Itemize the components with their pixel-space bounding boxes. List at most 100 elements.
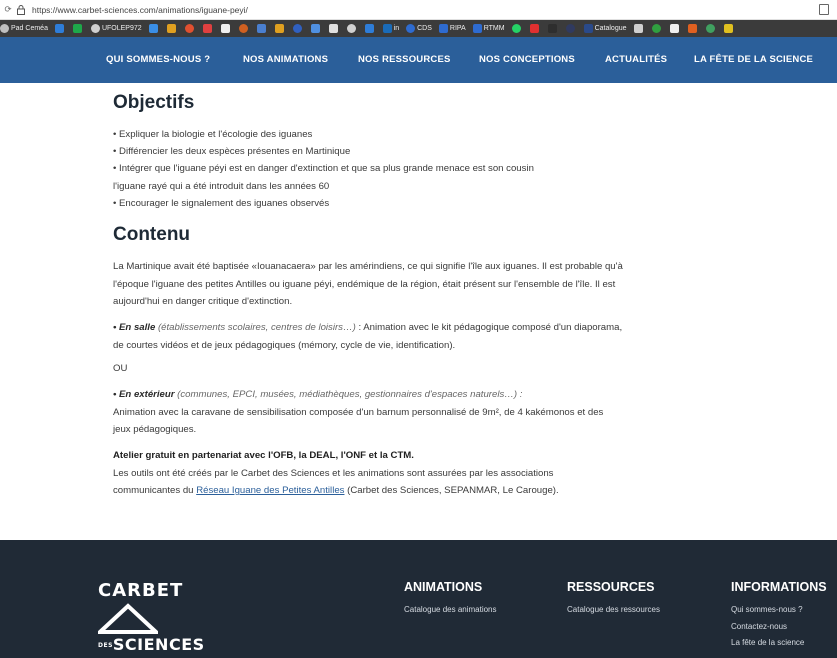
bookmark-favicon-icon [406,24,416,33]
list-item: Différencier les deux espèces présentes … [113,143,613,160]
footer-col-animations: ANIMATIONS Catalogue des animations [404,580,497,618]
bookmark-favicon-icon [220,24,230,33]
footer-link-qui-sommes-nous[interactable]: Qui sommes-nous ? [731,603,827,618]
bookmark-favicon-icon [328,24,338,33]
footer-link-catalogue-animations[interactable]: Catalogue des animations [404,603,497,618]
bookmark-item[interactable] [346,24,358,33]
bookmark-favicon-icon [256,24,266,33]
address-bar[interactable]: ⟳ https://www.carbet-sciences.com/animat… [0,0,837,20]
bookmark-item[interactable]: UFOLEP972 [90,24,142,33]
bookmark-favicon-icon [184,24,194,33]
en-exterieur-text: Animation avec la caravane de sensibilis… [113,406,604,436]
bookmark-item[interactable] [651,24,663,33]
main-nav: QUI SOMMES-NOUS ? NOS ANIMATIONS NOS RES… [0,37,837,83]
en-salle-label: • En salle [113,322,156,333]
lock-icon[interactable] [14,3,28,17]
en-exterieur-detail: (communes, EPCI, musées, médiathèques, g… [174,389,523,400]
bookmark-favicon-icon [364,24,374,33]
bookmark-favicon-icon [346,24,356,33]
bookmark-item[interactable] [202,24,214,33]
bookmark-item[interactable] [148,24,160,33]
bookmark-favicon-icon [565,24,575,33]
logo-text-top: CARBET [98,580,184,601]
bookmark-item[interactable]: RTMM [472,24,505,33]
footer-col-informations: INFORMATIONS Qui sommes-nous ? Contactez… [731,580,827,651]
bookmark-item[interactable] [292,24,304,33]
reload-icon[interactable]: ⟳ [2,4,14,15]
contenu-heading: Contenu [113,224,191,245]
bookmark-item[interactable] [274,24,286,33]
bookmark-item[interactable] [547,24,559,33]
nav-item-qui-sommes-nous[interactable]: QUI SOMMES-NOUS ? [106,54,210,65]
bookmark-item[interactable] [705,24,717,33]
ou-separator: OU [113,363,128,374]
bookmark-item[interactable] [364,24,376,33]
bookmark-favicon-icon [583,24,593,33]
bookmark-favicon-icon [472,24,482,33]
bookmark-item[interactable] [328,24,340,33]
bookmark-item[interactable] [166,24,178,33]
bookmark-favicon-icon [292,24,302,33]
reseau-iguane-link[interactable]: Réseau Iguane des Petites Antilles [196,485,344,496]
bookmark-favicon-icon [633,24,643,33]
bookmark-favicon-icon [547,24,557,33]
bookmark-item[interactable] [723,24,735,33]
en-salle-paragraph: • En salle (établissements scolaires, ce… [113,319,623,354]
footer-link-catalogue-ressources[interactable]: Catalogue des ressources [567,603,660,618]
bookmark-item[interactable] [511,24,523,33]
bookmark-item[interactable] [256,24,268,33]
bookmark-favicon-icon [166,24,176,33]
bookmark-item[interactable] [238,24,250,33]
logo-graphic [98,603,158,634]
reader-mode-icon[interactable] [819,4,829,15]
bookmark-item[interactable] [54,24,66,33]
list-item: l'iguane rayé qui a été introduit dans l… [113,180,330,192]
bookmark-item[interactable] [184,24,196,33]
en-exterieur-paragraph: • En extérieur (communes, EPCI, musées, … [113,386,623,439]
bookmark-favicon-icon [148,24,158,33]
footer-col-ressources: RESSOURCES Catalogue des ressources [567,580,660,618]
list-item: Expliquer la biologie et l'écologie des … [113,126,613,143]
bookmark-label: RIPA [449,25,466,32]
footer-link-fete-de-la-science[interactable]: La fête de la science [731,636,827,651]
bookmark-item[interactable]: Catalogue [583,24,627,33]
nav-item-nos-animations[interactable]: NOS ANIMATIONS [243,54,328,65]
footer-animations-title: ANIMATIONS [404,580,483,594]
bookmark-item[interactable]: Pad Ceméa [0,24,48,33]
logo-text-bottom: DESSCIENCES [98,635,205,654]
bookmark-item[interactable] [565,24,577,33]
bookmark-label: Pad Ceméa [11,25,48,32]
objectifs-heading: Objectifs [113,92,195,113]
bookmark-item[interactable]: in [382,24,399,33]
nav-item-actualites[interactable]: ACTUALITÉS [605,54,667,65]
bookmark-label: Catalogue [594,25,627,32]
nav-item-nos-conceptions[interactable]: NOS CONCEPTIONS [479,54,575,65]
bookmark-item[interactable] [310,24,322,33]
partenariat-paragraph: Atelier gratuit en partenariat avec l'OF… [113,447,623,500]
site-footer: CARBET DESSCIENCES ANIMATIONS Catalogue … [0,540,837,658]
bookmark-favicon-icon [90,24,100,33]
bookmarks-bar: Pad Ceméa UFOLEP972 in CDS RIPA RTMM Catalogue [0,20,837,37]
bookmark-favicon-icon [0,24,9,33]
bookmark-item[interactable] [72,24,84,33]
bookmark-item[interactable] [633,24,645,33]
bookmark-item[interactable]: CDS [406,24,432,33]
bookmark-favicon-icon [310,24,320,33]
list-item: Encourager le signalement des iguanes ob… [113,195,613,212]
carbet-sciences-logo[interactable]: CARBET DESSCIENCES [98,580,204,658]
objectifs-list: Expliquer la biologie et l'écologie des … [113,126,613,212]
bookmark-item[interactable] [220,24,232,33]
url-text[interactable]: https://www.carbet-sciences.com/animatio… [32,5,248,15]
nav-item-fete-de-la-science[interactable]: LA FÊTE DE LA SCIENCE [694,54,813,65]
bookmark-favicon-icon [438,24,448,33]
logo-text-prefix: DES [98,642,113,649]
bookmark-item[interactable] [529,24,541,33]
en-salle-detail: (établissements scolaires, centres de lo… [155,322,359,333]
bookmark-item[interactable]: RIPA [438,24,466,33]
bookmark-favicon-icon [382,24,392,33]
bookmark-favicon-icon [723,24,733,33]
footer-link-contactez-nous[interactable]: Contactez-nous [731,620,827,635]
nav-item-nos-ressources[interactable]: NOS RESSOURCES [358,54,451,65]
bookmark-item[interactable] [687,24,699,33]
bookmark-item[interactable] [669,24,681,33]
